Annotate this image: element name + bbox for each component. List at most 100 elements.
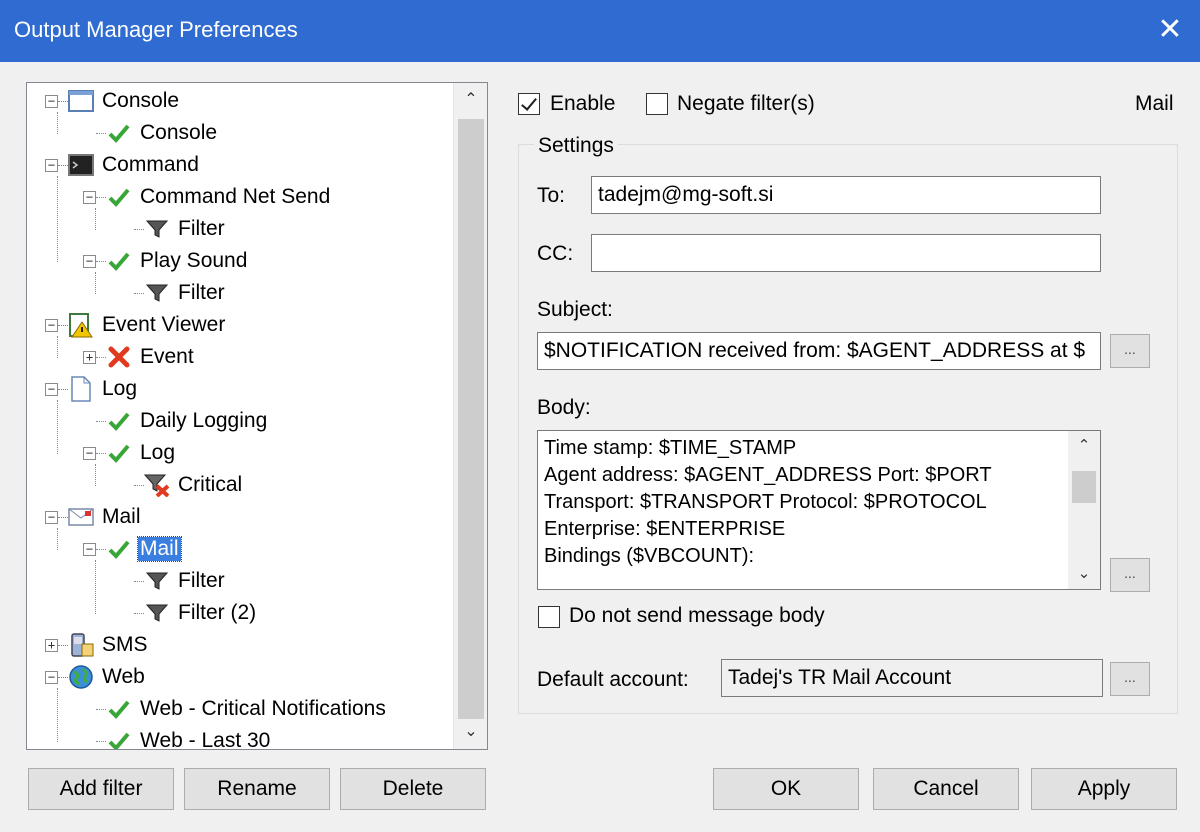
tree-node[interactable]: − Console [45,86,181,116]
collapse-icon[interactable]: − [45,382,58,396]
tree-node-label: Critical [178,473,243,496]
ok-button[interactable]: OK [713,768,859,810]
subject-field[interactable]: $NOTIFICATION received from: $AGENT_ADDR… [537,332,1101,370]
collapse-icon[interactable]: − [83,254,96,268]
tree-node[interactable]: Web - Critical Notifications [83,694,388,724]
tree-node[interactable]: + SMS [45,630,150,660]
settings-group-title: Settings [534,134,618,158]
cancel-button[interactable]: Cancel [873,768,1019,810]
tree-connector-dash [96,708,106,710]
account-browse-button[interactable]: ... [1110,662,1150,696]
tree-node-label: Daily Logging [140,409,268,432]
tree-node[interactable]: Daily Logging [83,406,269,436]
tree-scrollbar[interactable]: ⌃ ⌄ [453,83,487,749]
tree-connector-dash [134,484,144,486]
tree-node-label: SMS [102,633,148,656]
collapse-icon[interactable]: − [45,510,58,524]
collapse-icon[interactable]: − [45,670,58,684]
tree-node[interactable]: − Log [83,438,177,468]
tree-node-label: Filter [178,217,225,240]
scroll-down-icon[interactable]: ⌄ [1068,559,1100,589]
output-type-label: Mail [1135,92,1174,115]
tree-node-label: Event Viewer [102,313,226,336]
tree-node[interactable]: − Log [45,374,139,404]
enable-checkbox[interactable] [518,93,540,115]
tree-connector-line [95,560,96,614]
expand-icon[interactable]: + [83,350,96,364]
tree-node[interactable]: − Web [45,662,147,692]
tree-node-label: Mail [137,536,182,562]
to-field[interactable]: tadejm@mg-soft.si [591,176,1101,214]
tree-node[interactable]: Filter [121,566,227,596]
scroll-up-icon[interactable]: ⌃ [454,83,487,117]
tree-node-label: Console [140,121,218,144]
tree-connector-dash [134,580,144,582]
tree-connector-dash [134,292,144,294]
body-browse-button[interactable]: ... [1110,558,1150,592]
collapse-icon[interactable]: − [83,542,96,556]
tree-connector-dash [96,356,106,358]
add-filter-button[interactable]: Add filter [28,768,174,810]
checkmark-icon [106,248,132,274]
tree-node[interactable]: Filter [121,214,227,244]
tree-connector-dash [96,740,106,742]
tree-node[interactable]: Critical [121,470,244,500]
body-line: Transport: $TRANSPORT Protocol: $PROTOCO… [544,491,987,513]
delete-button[interactable]: Delete [340,768,486,810]
collapse-icon[interactable]: − [83,446,96,460]
tree-node[interactable]: − Mail [83,534,182,564]
body-line: Bindings ($VBCOUNT): [544,545,755,567]
red-x-icon [106,344,132,370]
subject-browse-button[interactable]: ... [1110,334,1150,368]
body-scrollbar[interactable]: ⌃ ⌄ [1068,431,1100,589]
tree-node[interactable]: − Play Sound [83,246,249,276]
default-account-field[interactable]: Tadej's TR Mail Account [721,659,1103,697]
tree-connector-dash [96,420,106,422]
checkmark-icon [106,440,132,466]
tree-items: − Console Console − Command − Command Net Send… [27,83,455,749]
tree-node[interactable]: − Command [45,150,201,180]
tree-node-label: Console [102,89,180,112]
event-viewer-icon [68,312,94,338]
collapse-icon[interactable]: − [83,190,96,204]
apply-button[interactable]: Apply [1031,768,1177,810]
close-button[interactable]: ✕ [1148,8,1192,52]
output-tree[interactable]: − Console Console − Command − Command Net Send… [26,82,488,750]
tree-node[interactable]: Filter (2) [121,598,258,628]
body-label: Body: [537,396,591,419]
tree-connector-line [57,400,58,454]
cc-field[interactable] [591,234,1101,272]
collapse-icon[interactable]: − [45,318,58,332]
tree-connector-line [57,688,58,742]
window-title: Output Manager Preferences [14,17,298,42]
tree-connector-dash [58,388,68,390]
tree-connector-dash [58,516,68,518]
tree-connector-dash [96,452,106,454]
tree-node[interactable]: − Mail [45,502,143,532]
collapse-icon[interactable]: − [45,94,58,108]
tree-node-label: Filter (2) [178,601,257,624]
scroll-up-icon[interactable]: ⌃ [1068,431,1100,461]
scroll-thumb[interactable] [458,119,484,719]
body-line: Agent address: $AGENT_ADDRESS Port: $POR… [544,464,992,486]
rename-button[interactable]: Rename [184,768,330,810]
tree-node[interactable]: Filter [121,278,227,308]
tree-node[interactable]: − Event Viewer [45,310,227,340]
collapse-icon[interactable]: − [45,158,58,172]
expand-icon[interactable]: + [45,638,58,652]
tree-node-label: Log [102,377,138,400]
funnel-red-x-icon [144,472,170,498]
scroll-down-icon[interactable]: ⌄ [454,715,487,749]
tree-node[interactable]: − Command Net Send [83,182,332,212]
no-body-checkbox[interactable] [538,606,560,628]
tree-connector-dash [58,164,68,166]
tree-connector-dash [134,612,144,614]
funnel-icon [144,216,170,242]
tree-node[interactable]: + Event [83,342,196,372]
body-textarea[interactable]: Time stamp: $TIME_STAMP Agent address: $… [537,430,1101,590]
scroll-thumb[interactable] [1072,471,1096,503]
negate-filter-checkbox[interactable] [646,93,668,115]
tree-node[interactable]: Console [83,118,219,148]
tree-node-label: Web - Critical Notifications [140,697,386,720]
tree-node[interactable]: Web - Last 30 [83,726,272,749]
